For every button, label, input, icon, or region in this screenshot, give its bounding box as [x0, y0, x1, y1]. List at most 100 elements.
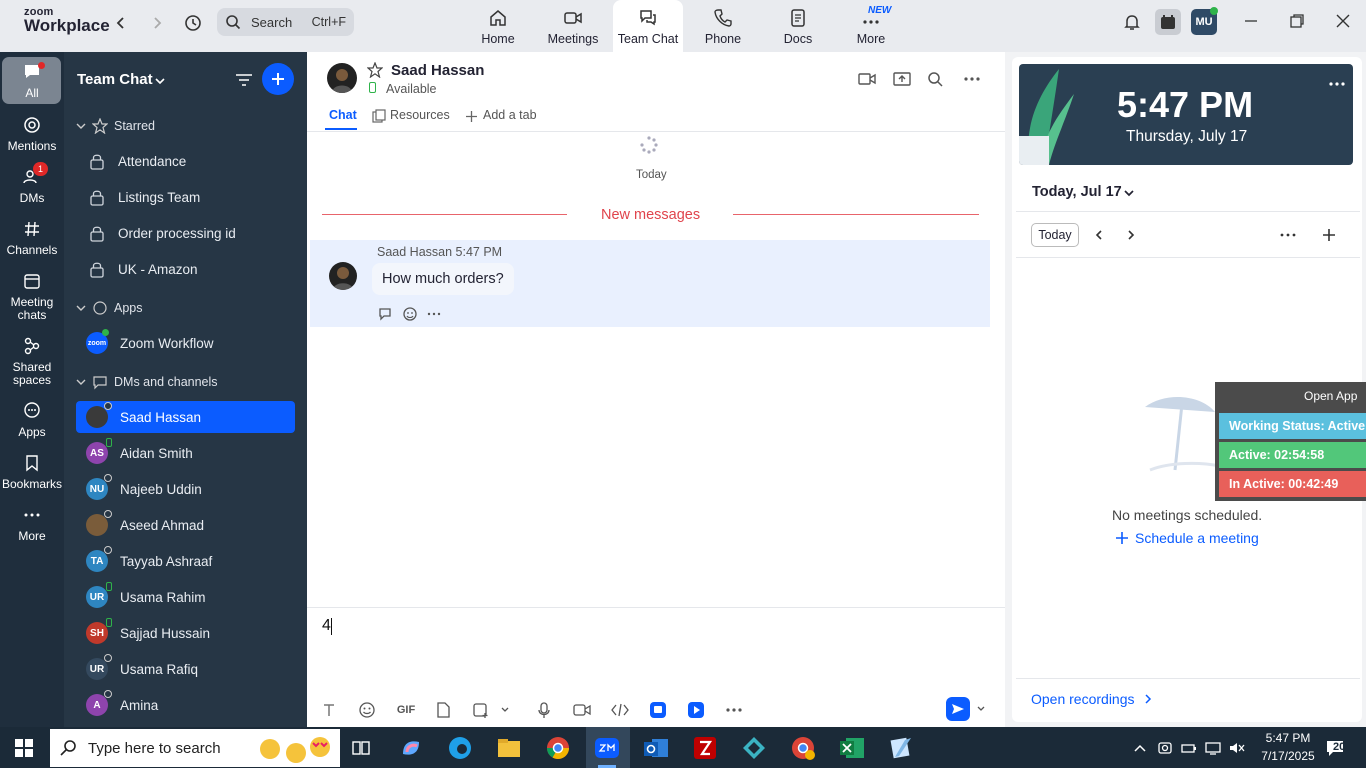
back-arrow-icon[interactable]: [110, 12, 132, 34]
send-button[interactable]: [946, 697, 970, 721]
bell-icon[interactable]: [1122, 12, 1142, 32]
rail-item-bookmarks[interactable]: Bookmarks: [0, 453, 64, 491]
contact-name[interactable]: Saad Hassan: [391, 62, 484, 79]
tray-camera-icon[interactable]: [1156, 740, 1174, 756]
rail-item-apps[interactable]: Apps: [0, 401, 64, 439]
sidebar-item-starred[interactable]: Listings Team: [76, 181, 295, 213]
rail-item-mentions[interactable]: Mentions: [0, 115, 64, 153]
chrome-profile-icon[interactable]: [789, 734, 817, 762]
tab-chat[interactable]: Chat: [329, 108, 357, 122]
app-diamond-icon[interactable]: [740, 734, 768, 762]
composer-more-icon[interactable]: [724, 700, 744, 720]
excel-icon[interactable]: [838, 734, 866, 762]
sidebar-item-dm[interactable]: TA Tayyab Ashraaf: [76, 545, 295, 577]
gif-icon[interactable]: GIF: [395, 700, 417, 720]
star-icon[interactable]: [367, 62, 383, 78]
sender-avatar[interactable]: [329, 262, 357, 290]
tab-resources[interactable]: Resources: [390, 108, 450, 122]
calendar-app-icon[interactable]: [1155, 9, 1181, 35]
sidebar-title[interactable]: Team Chat: [77, 71, 153, 88]
history-icon[interactable]: [182, 12, 204, 34]
copilot-icon[interactable]: [397, 734, 425, 762]
screenshot-dropdown-icon[interactable]: [495, 700, 515, 720]
tray-battery-icon[interactable]: [1180, 740, 1198, 756]
filezilla-icon[interactable]: [691, 734, 719, 762]
tab-meetings[interactable]: Meetings: [538, 0, 608, 52]
zoom-taskbar-icon[interactable]: [593, 734, 621, 762]
forward-arrow-icon[interactable]: [146, 12, 168, 34]
sidebar-item-dm[interactable]: UR Usama Rahim: [76, 581, 295, 613]
rail-item-channels[interactable]: Channels: [0, 219, 64, 257]
agenda-more-icon[interactable]: [1279, 228, 1297, 242]
chevron-down-icon[interactable]: [154, 75, 166, 87]
today-button[interactable]: Today: [1031, 223, 1079, 247]
filter-icon[interactable]: [234, 70, 254, 90]
sidebar-item-dm[interactable]: Saad Hassan: [76, 401, 295, 433]
file-icon[interactable]: [433, 700, 453, 720]
outlook-icon[interactable]: [642, 734, 670, 762]
task-view-icon[interactable]: [347, 734, 375, 762]
sidebar-item-dm[interactable]: Aseed Ahmad: [76, 509, 295, 541]
sidebar-item-starred[interactable]: Order processing id: [76, 217, 295, 249]
tray-volume-mute-icon[interactable]: [1228, 740, 1246, 756]
tray-network-icon[interactable]: [1204, 740, 1222, 756]
tab-docs[interactable]: Docs: [763, 0, 833, 52]
windows-start-icon[interactable]: [15, 739, 33, 757]
taskbar-clock-date[interactable]: 7/17/2025: [1256, 749, 1320, 763]
sidebar-item-dm[interactable]: AS Aidan Smith: [76, 437, 295, 469]
notepad-icon[interactable]: [887, 734, 915, 762]
contact-avatar[interactable]: [327, 63, 357, 93]
next-day-icon[interactable]: [1124, 228, 1138, 242]
rail-item-all[interactable]: All: [0, 62, 64, 100]
format-text-icon[interactable]: [319, 700, 339, 720]
tray-chevron-up-icon[interactable]: [1132, 741, 1148, 755]
sidebar-item-starred[interactable]: UK - Amazon: [76, 253, 295, 285]
code-snippet-icon[interactable]: [610, 700, 630, 720]
clock-more-icon[interactable]: [1328, 78, 1346, 90]
rail-item-dms[interactable]: DMs: [0, 167, 64, 205]
share-screen-icon[interactable]: [892, 70, 912, 88]
section-apps[interactable]: Apps: [76, 300, 143, 316]
whiteboard-app-icon[interactable]: [648, 700, 668, 720]
clips-app-icon[interactable]: [686, 700, 706, 720]
edge-browser-icon[interactable]: [446, 734, 474, 762]
taskbar-clock-time[interactable]: 5:47 PM: [1256, 731, 1320, 745]
close-icon[interactable]: [1334, 12, 1352, 30]
minimize-icon[interactable]: [1242, 12, 1260, 30]
file-explorer-icon[interactable]: [495, 734, 523, 762]
reply-icon[interactable]: [378, 306, 394, 322]
agenda-date[interactable]: Today, Jul 17: [1032, 184, 1122, 200]
screenshot-icon[interactable]: [471, 700, 491, 720]
section-dms-channels[interactable]: DMs and channels: [76, 374, 218, 390]
sidebar-item-dm[interactable]: NU Najeeb Uddin: [76, 473, 295, 505]
tab-phone[interactable]: Phone: [688, 0, 758, 52]
message-input[interactable]: 4: [322, 617, 331, 635]
search-icon[interactable]: [926, 70, 944, 88]
schedule-meeting-link[interactable]: Schedule a meeting: [1135, 530, 1259, 546]
emoji-react-icon[interactable]: [402, 306, 418, 322]
search-box[interactable]: Search Ctrl+F: [217, 8, 354, 36]
open-app-button[interactable]: Open App: [1304, 389, 1357, 403]
restore-icon[interactable]: [1288, 12, 1306, 30]
sidebar-item-dm[interactable]: A Amina: [76, 689, 295, 721]
open-recordings-link[interactable]: Open recordings: [1031, 691, 1135, 707]
sidebar-item-dm[interactable]: SH Sajjad Hussain: [76, 617, 295, 649]
prev-day-icon[interactable]: [1092, 228, 1106, 242]
chevron-down-icon[interactable]: [1123, 187, 1135, 199]
chrome-icon[interactable]: [544, 734, 572, 762]
rail-item-shared-spaces[interactable]: Shared spaces: [0, 336, 64, 387]
video-call-icon[interactable]: [857, 70, 877, 88]
sidebar-item-starred[interactable]: Attendance: [76, 145, 295, 177]
tab-home[interactable]: Home: [463, 0, 533, 52]
section-starred[interactable]: Starred: [76, 118, 155, 134]
emoji-icon[interactable]: [357, 700, 377, 720]
send-options-icon[interactable]: [976, 704, 986, 714]
add-meeting-icon[interactable]: [1321, 227, 1337, 243]
rail-item-meeting-chats[interactable]: Meeting chats: [0, 271, 64, 322]
message-more-icon[interactable]: [426, 306, 442, 322]
sidebar-item-dm[interactable]: UR Usama Rafiq: [76, 653, 295, 685]
new-chat-button[interactable]: [262, 63, 294, 95]
video-message-icon[interactable]: [572, 700, 592, 720]
rail-item-more[interactable]: More: [0, 505, 64, 543]
microphone-icon[interactable]: [534, 700, 554, 720]
